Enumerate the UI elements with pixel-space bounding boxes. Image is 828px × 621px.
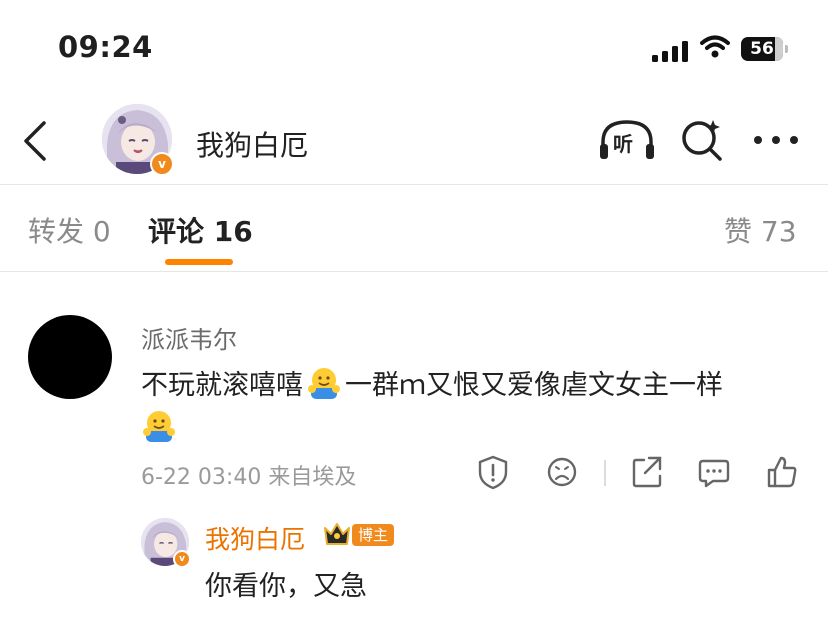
nav-divider	[0, 184, 828, 185]
comment-icon[interactable]	[697, 454, 731, 490]
reply-avatar[interactable]: v	[141, 518, 191, 568]
comment-text-part2: 一群ｍ又恨又爱像虐文女主一样	[345, 370, 723, 401]
tab-comments-label: 评论	[148, 215, 205, 248]
verified-badge-icon: v	[150, 152, 174, 176]
author-name[interactable]: 我狗白厄	[196, 124, 308, 164]
active-tab-indicator	[165, 259, 233, 265]
author-avatar[interactable]: v	[102, 104, 174, 176]
more-icon[interactable]	[752, 122, 800, 158]
like-icon[interactable]	[765, 454, 799, 490]
status-time: 09:24	[58, 30, 153, 64]
battery-level: 56	[750, 39, 774, 59]
comment-date: 6-22 03:40	[141, 465, 262, 490]
hug-emoji-icon	[143, 411, 175, 442]
tab-likes[interactable]: 赞 73	[724, 210, 797, 250]
report-icon[interactable]	[476, 454, 510, 490]
listen-label: 听	[613, 132, 633, 156]
tab-likes-count: 73	[760, 215, 797, 248]
back-arrow-icon[interactable]	[20, 120, 50, 162]
comment-text: 不玩就滚嘻嘻 一群ｍ又恨又爱像虐文女主一样	[141, 364, 801, 450]
tab-repost[interactable]: 转发 0	[28, 210, 111, 250]
hug-emoji-icon	[308, 368, 340, 399]
share-icon[interactable]	[630, 454, 664, 490]
author-badge: 博主	[352, 524, 395, 546]
tab-comments-count: 16	[213, 215, 253, 248]
tabs-divider	[0, 271, 828, 272]
commenter-avatar[interactable]	[28, 315, 112, 399]
tab-repost-count: 0	[92, 215, 111, 248]
search-icon[interactable]	[680, 118, 724, 162]
verified-badge-icon: v	[173, 550, 191, 568]
tab-comments[interactable]: 评论 16	[148, 210, 253, 250]
reply-text: 你看你，又急	[205, 571, 367, 602]
battery-indicator: 56	[741, 37, 789, 61]
comment-text-part1: 不玩就滚嘻嘻	[141, 370, 303, 401]
cellular-signal-icon	[652, 40, 688, 62]
reply-author-name[interactable]: 我狗白厄	[205, 520, 305, 556]
commenter-name[interactable]: 派派韦尔	[141, 320, 237, 355]
wifi-icon	[700, 35, 730, 58]
comment-source: 来自埃及	[268, 465, 357, 490]
crown-icon	[324, 523, 350, 545]
comment-meta: 6-22 03:40 来自埃及	[141, 459, 356, 491]
dislike-icon[interactable]	[545, 454, 579, 490]
action-separator	[604, 460, 606, 486]
tab-likes-label: 赞	[724, 215, 753, 248]
listen-button[interactable]: 听	[598, 118, 656, 162]
tab-repost-label: 转发	[28, 215, 85, 248]
